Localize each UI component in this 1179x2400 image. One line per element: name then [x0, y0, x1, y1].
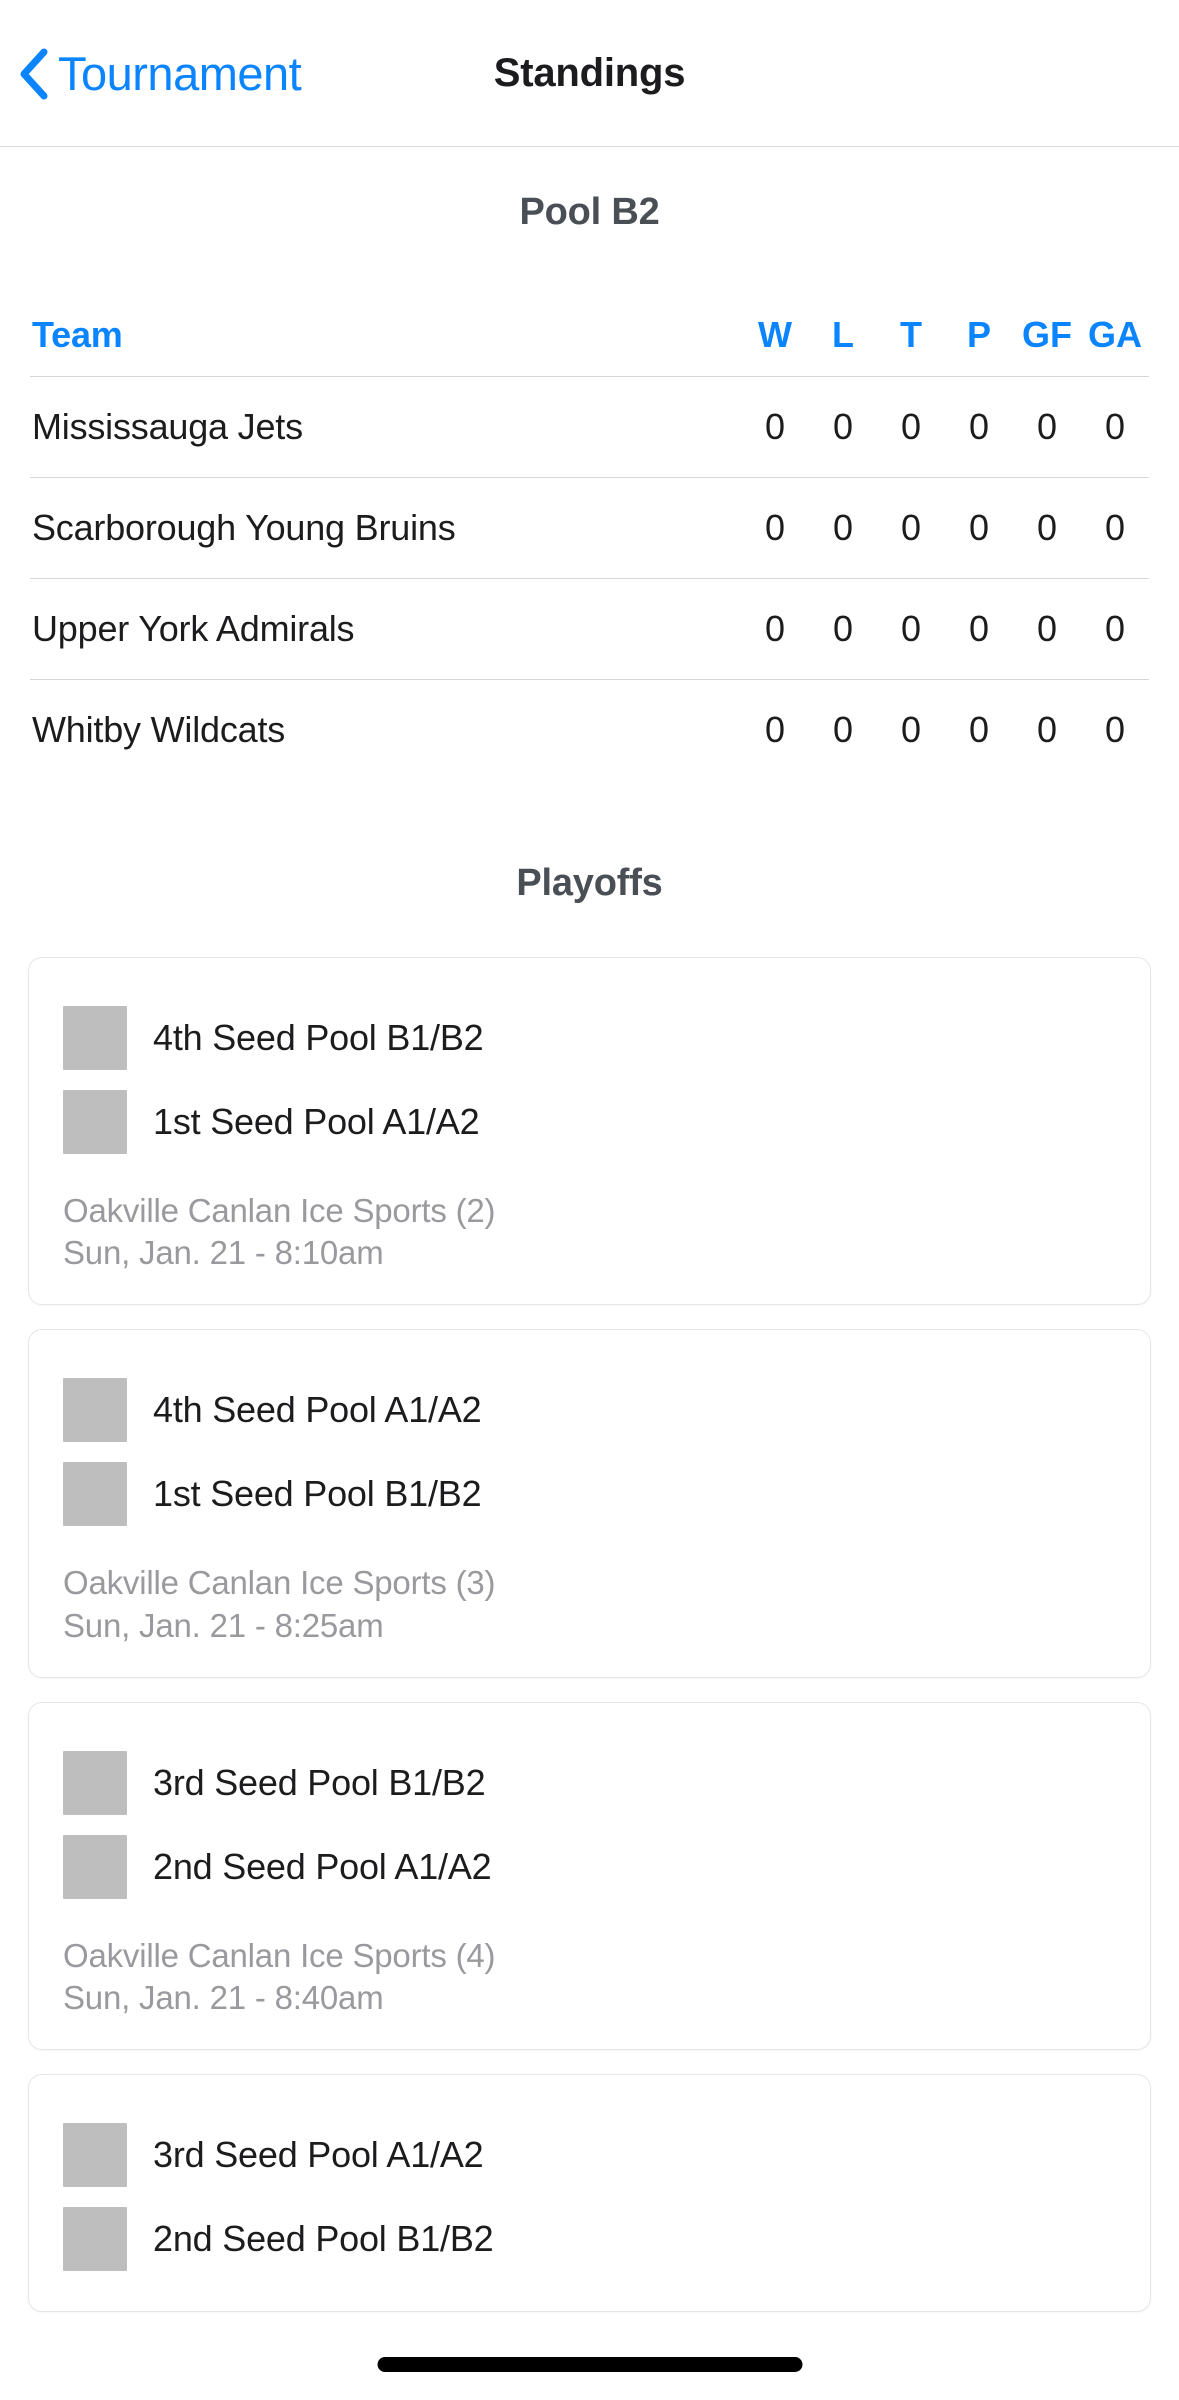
stat-t: 0 [900, 608, 922, 649]
chevron-left-icon [20, 48, 48, 99]
column-header-gf[interactable]: GF [1013, 314, 1081, 356]
stat-gf: 0 [1036, 406, 1058, 447]
away-team-row: 4th Seed Pool B1/B2 [63, 996, 1116, 1080]
column-header-w[interactable]: W [741, 314, 809, 356]
away-team-row: 4th Seed Pool A1/A2 [63, 1368, 1116, 1452]
stat-w: 0 [764, 608, 786, 649]
stat-ga: 0 [1104, 507, 1126, 548]
pool-heading: Pool B2 [519, 191, 660, 233]
playoff-games-list: 4th Seed Pool B1/B2 1st Seed Pool A1/A2 … [0, 957, 1179, 2313]
home-team-name: 1st Seed Pool A1/A2 [153, 1101, 480, 1142]
home-team-row: 1st Seed Pool B1/B2 [63, 1452, 1116, 1536]
table-row[interactable]: Whitby Wildcats 0 0 0 0 0 0 [30, 679, 1149, 780]
game-card[interactable]: 4th Seed Pool A1/A2 1st Seed Pool B1/B2 … [28, 1329, 1151, 1678]
datetime-label: Sun, Jan. 21 - 8:10am [63, 1234, 384, 1272]
stat-p: 0 [968, 709, 990, 750]
team-logo-placeholder-icon [63, 1834, 127, 1899]
navigation-bar: Tournament Standings [0, 0, 1179, 147]
home-team-row: 2nd Seed Pool B1/B2 [63, 2197, 1116, 2281]
column-header-t[interactable]: T [877, 314, 945, 356]
team-logo-placeholder-icon [63, 1378, 127, 1443]
game-card[interactable]: 4th Seed Pool B1/B2 1st Seed Pool A1/A2 … [28, 957, 1151, 1306]
stat-l: 0 [832, 406, 854, 447]
home-indicator[interactable] [377, 2357, 802, 2372]
stat-gf: 0 [1036, 709, 1058, 750]
column-header-p[interactable]: P [945, 314, 1013, 356]
team-logo-placeholder-icon [63, 2123, 127, 2188]
away-team-row: 3rd Seed Pool B1/B2 [63, 1741, 1116, 1825]
scroll-content: Pool B2 Team W L T P GF GA Mississauga J… [0, 191, 1179, 2313]
venue-label: Oakville Canlan Ice Sports (2) [63, 1192, 496, 1229]
column-header-ga[interactable]: GA [1081, 314, 1149, 356]
stat-ga: 0 [1104, 608, 1126, 649]
stat-p: 0 [968, 608, 990, 649]
back-button[interactable]: Tournament [18, 0, 302, 147]
team-name: Mississauga Jets [32, 406, 303, 447]
table-header-row: Team W L T P GF GA [30, 294, 1149, 376]
home-team-name: 2nd Seed Pool B1/B2 [153, 2218, 494, 2260]
table-row[interactable]: Upper York Admirals 0 0 0 0 0 0 [30, 578, 1149, 679]
team-logo-placeholder-icon [63, 1750, 127, 1815]
stat-p: 0 [968, 406, 990, 447]
standings-table: Team W L T P GF GA Mississauga Jets 0 0 … [30, 294, 1149, 780]
stat-gf: 0 [1036, 507, 1058, 548]
stat-p: 0 [968, 507, 990, 548]
away-team-row: 3rd Seed Pool A1/A2 [63, 2113, 1116, 2197]
venue-label: Oakville Canlan Ice Sports (4) [63, 1936, 496, 1974]
app-screen: Tournament Standings Pool B2 Team W L T … [0, 0, 1179, 2400]
home-team-name: 1st Seed Pool B1/B2 [153, 1473, 482, 1515]
table-row[interactable]: Scarborough Young Bruins 0 0 0 0 0 0 [30, 477, 1149, 578]
team-logo-placeholder-icon [63, 2207, 127, 2272]
game-details: Oakville Canlan Ice Sports (3) Sun, Jan.… [63, 1562, 1116, 1646]
datetime-label: Sun, Jan. 21 - 8:40am [63, 1979, 384, 2017]
stat-t: 0 [900, 709, 922, 750]
game-details: Oakville Canlan Ice Sports (2) Sun, Jan.… [63, 1190, 1116, 1274]
team-logo-placeholder-icon [63, 1006, 127, 1070]
home-team-row: 2nd Seed Pool A1/A2 [63, 1825, 1116, 1909]
away-team-name: 4th Seed Pool B1/B2 [153, 1017, 484, 1058]
team-name: Upper York Admirals [32, 608, 355, 649]
away-team-name: 3rd Seed Pool A1/A2 [153, 2134, 484, 2176]
stat-w: 0 [764, 507, 786, 548]
stat-t: 0 [900, 507, 922, 548]
column-header-l[interactable]: L [809, 314, 877, 356]
game-details: Oakville Canlan Ice Sports (4) Sun, Jan.… [63, 1935, 1116, 2019]
game-card[interactable]: 3rd Seed Pool B1/B2 2nd Seed Pool A1/A2 … [28, 1701, 1151, 2051]
home-team-row: 1st Seed Pool A1/A2 [63, 1080, 1116, 1164]
stat-l: 0 [832, 608, 854, 649]
team-name: Scarborough Young Bruins [32, 507, 456, 548]
stat-t: 0 [900, 406, 922, 447]
team-logo-placeholder-icon [63, 1462, 127, 1527]
stat-l: 0 [832, 709, 854, 750]
team-name: Whitby Wildcats [32, 709, 286, 750]
stat-ga: 0 [1104, 406, 1126, 447]
table-row[interactable]: Mississauga Jets 0 0 0 0 0 0 [30, 376, 1149, 477]
playoffs-heading: Playoffs [516, 862, 663, 904]
stat-w: 0 [764, 406, 786, 447]
away-team-name: 4th Seed Pool A1/A2 [153, 1389, 482, 1431]
game-card[interactable]: 3rd Seed Pool A1/A2 2nd Seed Pool B1/B2 [28, 2074, 1151, 2313]
column-header-team[interactable]: Team [30, 314, 741, 356]
away-team-name: 3rd Seed Pool B1/B2 [153, 1761, 486, 1803]
stat-ga: 0 [1104, 709, 1126, 750]
venue-label: Oakville Canlan Ice Sports (3) [63, 1564, 496, 1602]
stat-gf: 0 [1036, 608, 1058, 649]
stat-l: 0 [832, 507, 854, 548]
stat-w: 0 [764, 709, 786, 750]
back-button-label: Tournament [58, 47, 302, 100]
home-team-name: 2nd Seed Pool A1/A2 [153, 1845, 492, 1887]
datetime-label: Sun, Jan. 21 - 8:25am [63, 1606, 384, 1644]
team-logo-placeholder-icon [63, 1090, 127, 1154]
